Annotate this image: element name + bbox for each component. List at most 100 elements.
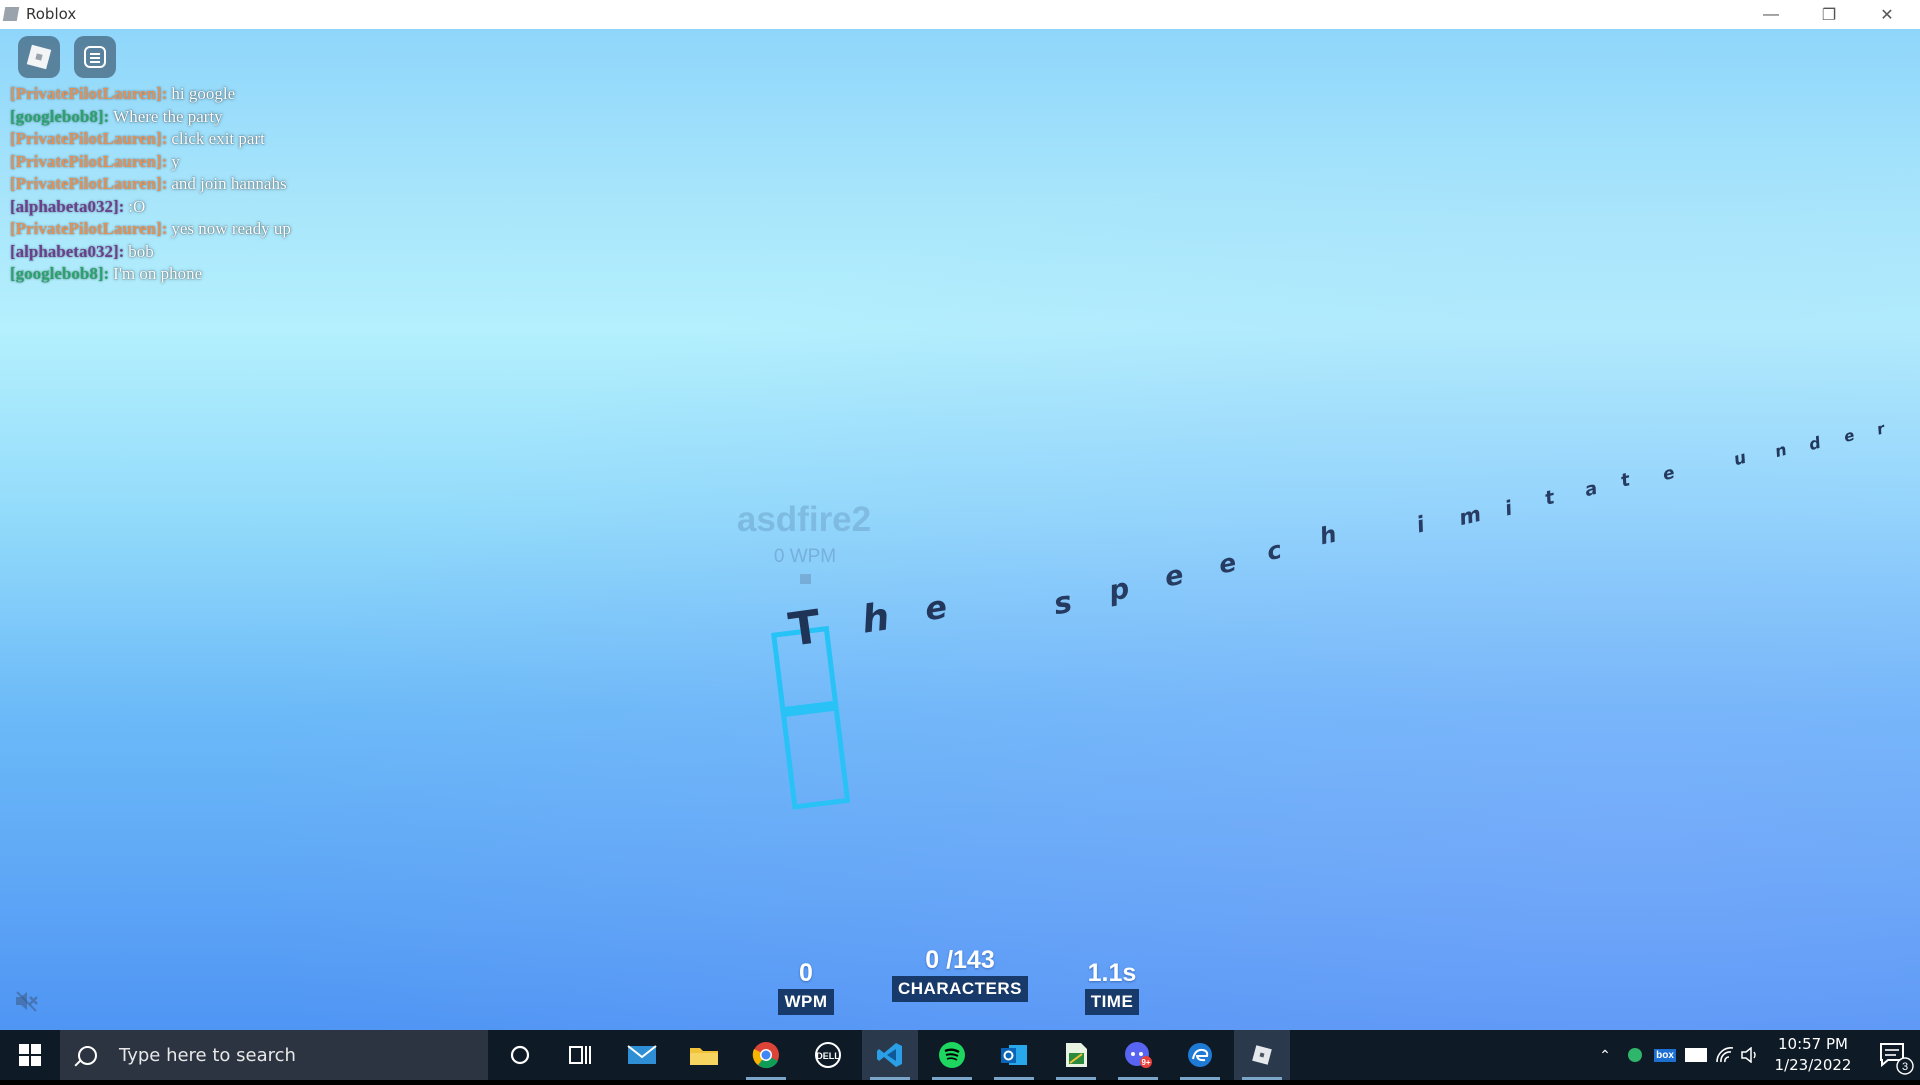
sentence-letter: a xyxy=(1582,477,1600,502)
task-view-icon[interactable] xyxy=(552,1030,608,1080)
sentence-letter: h xyxy=(1317,521,1339,551)
characters-stat: 0 /143 CHARACTERS xyxy=(890,946,1030,1002)
mute-icon[interactable] xyxy=(14,989,40,1013)
windows-logo-icon xyxy=(19,1044,41,1066)
chat-text: bob xyxy=(128,241,154,261)
wpm-label: WPM xyxy=(778,989,834,1015)
chat-username: [alphabeta032]: xyxy=(10,241,125,261)
minimize-button[interactable]: — xyxy=(1742,0,1800,29)
sentence-letter: c xyxy=(1264,535,1284,567)
notification-icon: 3 xyxy=(1880,1043,1914,1075)
dell-icon[interactable]: DELL xyxy=(800,1030,856,1080)
wpm-value: 0 xyxy=(799,959,813,987)
window-title-bar: Roblox — ❐ ✕ xyxy=(0,0,1920,30)
chat-message: [PrivatePilotLauren]: yes now ready up xyxy=(10,218,291,241)
chat-username: [googlebob8]: xyxy=(10,106,110,126)
roblox-taskbar-icon[interactable] xyxy=(1234,1030,1290,1080)
search-placeholder: Type here to search xyxy=(119,1044,296,1066)
chat-username: [PrivatePilotLauren]: xyxy=(10,151,168,171)
sentence-letter: e xyxy=(922,587,950,629)
show-hidden-icons[interactable]: ⌃ xyxy=(1594,1030,1616,1080)
volume-icon[interactable] xyxy=(1740,1030,1760,1080)
chat-message: [PrivatePilotLauren]: click exit part xyxy=(10,128,291,151)
chat-username: [PrivatePilotLauren]: xyxy=(10,129,168,148)
chat-username: [googlebob8]: xyxy=(10,264,110,283)
notification-count: 3 xyxy=(1902,1061,1908,1073)
battery-icon[interactable] xyxy=(1684,1030,1708,1080)
chat-text: I'm on phone xyxy=(113,264,203,283)
svg-text:9+: 9+ xyxy=(1141,1058,1150,1067)
mail-icon[interactable] xyxy=(614,1030,670,1080)
chat-username: [PrivatePilotLauren]: xyxy=(10,174,168,193)
sentence-letter: e xyxy=(1841,425,1857,447)
time-label: TIME xyxy=(1084,989,1140,1015)
chat-text: y xyxy=(171,151,180,171)
game-viewport[interactable]: [PrivatePilotLauren]: hi google [googlebob… xyxy=(0,29,1920,1030)
sentence-letter: t xyxy=(1618,469,1633,492)
chat-text: and join hannahs xyxy=(171,174,287,193)
start-button[interactable] xyxy=(0,1030,60,1080)
chat-message: [alphabeta032]::O xyxy=(10,196,291,219)
sentence-letter: u xyxy=(1731,447,1749,471)
sentence-letter: h xyxy=(859,594,892,642)
windows-taskbar: Type here to search DELL 9+ ⌃ box 10:57 … xyxy=(0,1030,1920,1080)
sentence-letter: r xyxy=(1874,419,1887,439)
chrome-icon[interactable] xyxy=(738,1030,794,1080)
player-marker xyxy=(800,574,811,584)
spreadsheet-icon[interactable] xyxy=(1048,1030,1104,1080)
cortana-icon[interactable] xyxy=(492,1030,548,1080)
sentence-letter: e xyxy=(1162,559,1187,594)
spotify-icon[interactable] xyxy=(924,1030,980,1080)
clock-time: 10:57 PM xyxy=(1778,1035,1848,1053)
discord-icon[interactable]: 9+ xyxy=(1110,1030,1166,1080)
file-explorer-icon[interactable] xyxy=(676,1030,732,1080)
chat-text: yes now ready up xyxy=(171,219,291,238)
notification-center-button[interactable]: 3 xyxy=(1868,1030,1920,1080)
sentence-letter: p xyxy=(1106,571,1133,608)
player-name-tag: asdfire2 xyxy=(736,500,872,539)
wifi-icon[interactable] xyxy=(1712,1030,1738,1080)
outlook-icon[interactable] xyxy=(986,1030,1042,1080)
chat-message: [PrivatePilotLauren]: hi google xyxy=(10,83,291,106)
close-button[interactable]: ✕ xyxy=(1858,0,1916,29)
sentence-letter: s xyxy=(1051,584,1075,623)
chat-message: [PrivatePilotLauren]: y xyxy=(10,151,291,174)
chat-username: [PrivatePilotLauren]: xyxy=(10,219,168,238)
characters-label: CHARACTERS xyxy=(892,976,1028,1002)
sentence-letter: e xyxy=(1660,462,1677,486)
chat-text: :O xyxy=(128,196,146,216)
chat-text: click exit part xyxy=(171,129,265,148)
chat-log: [PrivatePilotLauren]: hi google [googlebob… xyxy=(10,83,291,286)
clock-date: 1/23/2022 xyxy=(1774,1056,1852,1074)
window-title: Roblox xyxy=(26,5,77,23)
status-dot-icon[interactable] xyxy=(1624,1030,1646,1080)
chat-message: [googlebob8]: I'm on phone xyxy=(10,263,291,286)
chat-text: hi google xyxy=(171,84,236,103)
chat-toggle-button[interactable] xyxy=(74,36,116,78)
time-stat: 1.1s TIME xyxy=(1081,956,1143,1015)
sentence-letter: t xyxy=(1542,486,1557,510)
chat-message: [alphabeta032]: bob xyxy=(10,241,291,264)
chat-message: [googlebob8]: Where the party xyxy=(10,106,291,129)
sentence-letter: n xyxy=(1772,439,1789,462)
stats-bar: 0 WPM 0 /143 CHARACTERS 1.1s TIME xyxy=(0,946,1920,1016)
characters-value: 0 /143 xyxy=(925,946,995,974)
sentence-letter: m xyxy=(1456,501,1484,531)
sentence-letter: d xyxy=(1806,432,1823,455)
search-icon xyxy=(78,1045,97,1065)
vscode-icon[interactable] xyxy=(862,1030,918,1080)
taskbar-search-box[interactable]: Type here to search xyxy=(60,1030,488,1080)
sentence-letter: e xyxy=(1216,547,1239,580)
box-sync-icon[interactable]: box xyxy=(1652,1030,1678,1080)
player-wpm-tag: 0 WPM xyxy=(773,546,837,567)
taskbar-clock[interactable]: 10:57 PM 1/23/2022 xyxy=(1758,1034,1868,1076)
roblox-menu-button[interactable] xyxy=(18,36,60,78)
sentence-letter: T xyxy=(785,599,824,657)
time-value: 1.1s xyxy=(1087,959,1137,987)
edge-dev-icon[interactable] xyxy=(1172,1030,1228,1080)
roblox-logo-icon xyxy=(26,44,52,70)
restore-button[interactable]: ❐ xyxy=(1800,0,1858,29)
roblox-app-icon xyxy=(2,7,20,21)
svg-text:DELL: DELL xyxy=(816,1051,840,1061)
chat-icon xyxy=(84,46,106,68)
